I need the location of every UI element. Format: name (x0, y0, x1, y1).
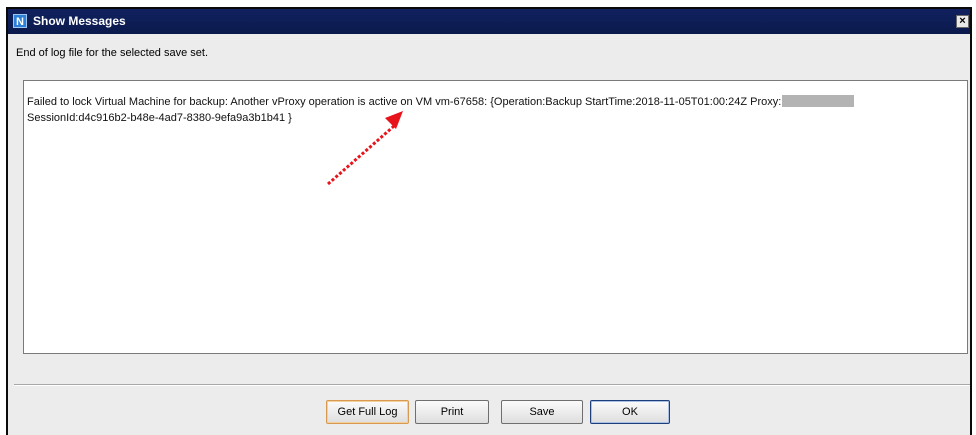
redacted-proxy-value (782, 95, 855, 107)
ok-button[interactable]: OK (590, 400, 670, 424)
title-bar[interactable]: N Show Messages × (8, 9, 970, 34)
get-full-log-button[interactable]: Get Full Log (326, 400, 409, 424)
log-line-1: Failed to lock Virtual Machine for backu… (27, 95, 855, 108)
log-text-area[interactable]: Failed to lock Virtual Machine for backu… (23, 80, 968, 354)
window-title: Show Messages (33, 14, 126, 28)
networker-app-icon: N (13, 14, 27, 28)
log-line-2: SessionId:d4c916b2-b48e-4ad7-8380-9efa9a… (27, 112, 292, 124)
log-line-1-text: Failed to lock Virtual Machine for backu… (27, 96, 782, 108)
log-header-text: End of log file for the selected save se… (16, 47, 209, 59)
close-icon[interactable]: × (956, 15, 969, 28)
print-button[interactable]: Print (415, 400, 489, 424)
show-messages-dialog: N Show Messages × End of log file for th… (6, 7, 972, 435)
save-button[interactable]: Save (501, 400, 583, 424)
button-separator (14, 384, 970, 386)
